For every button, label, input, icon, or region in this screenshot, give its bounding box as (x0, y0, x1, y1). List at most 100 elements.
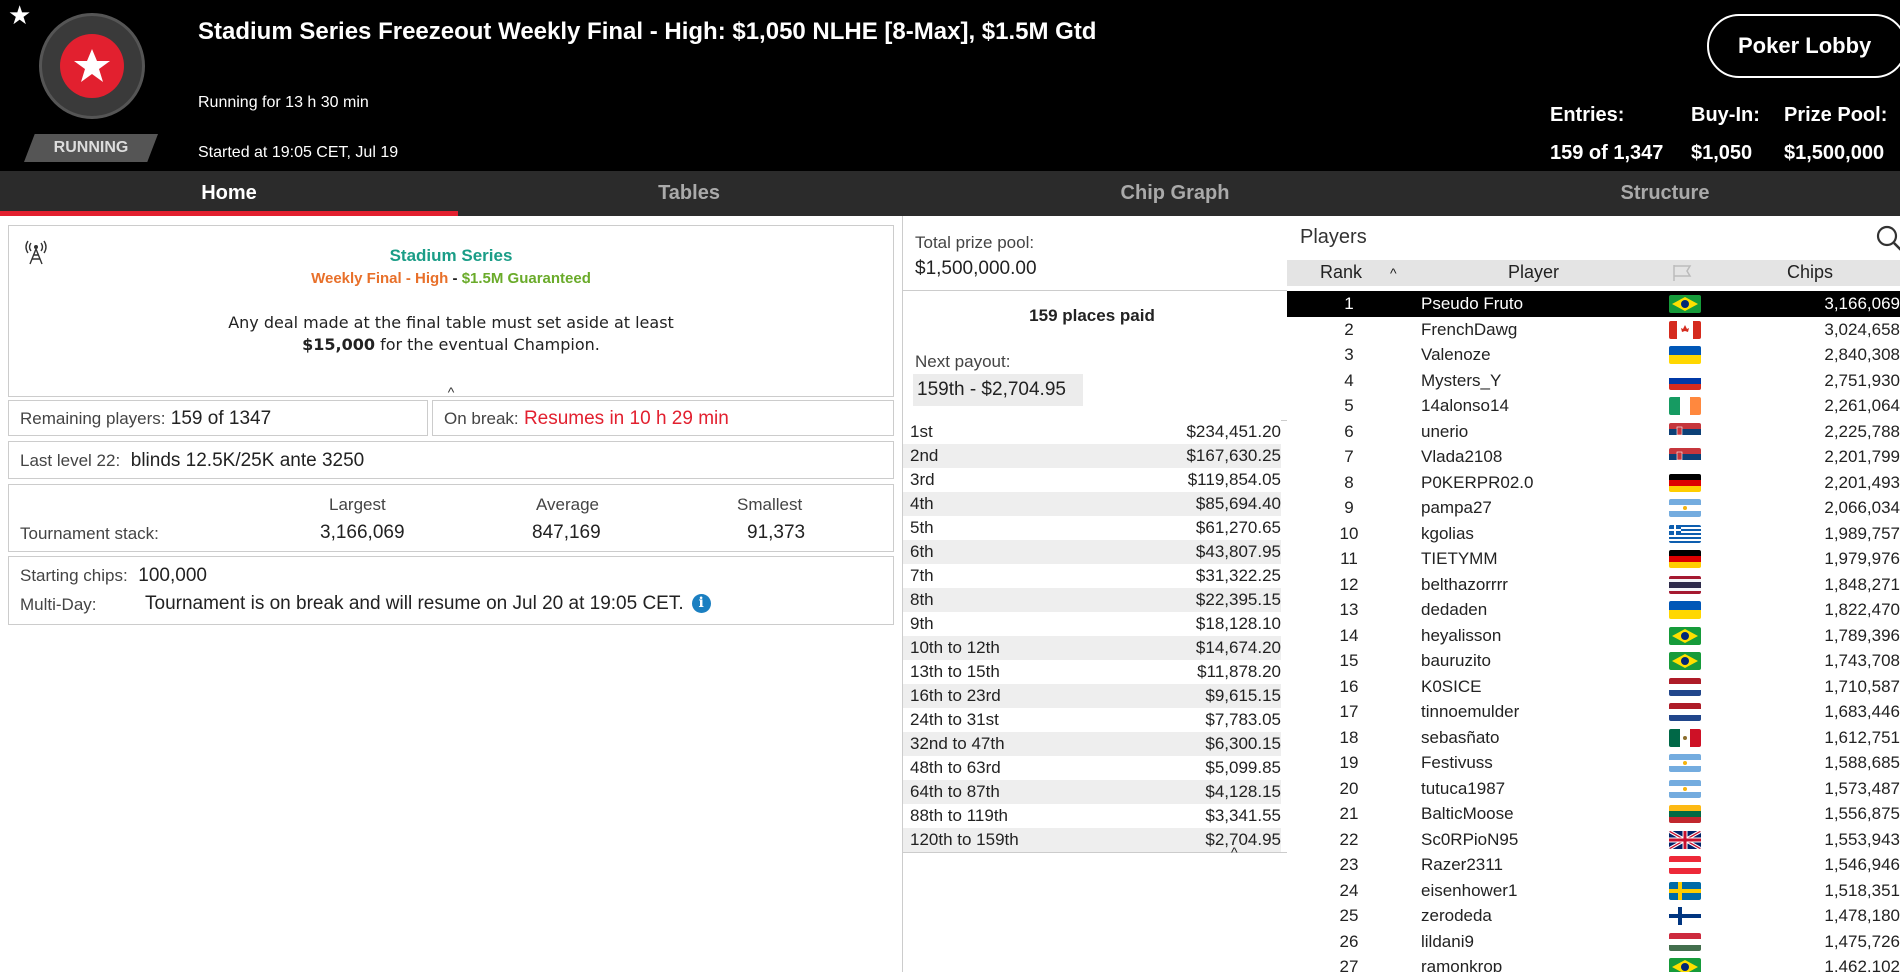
player-rank: 16 (1339, 676, 1359, 696)
player-row[interactable]: 19 Festivuss 1,588,685 (1287, 750, 1900, 776)
player-rank: 3 (1344, 345, 1354, 364)
player-row[interactable]: 16 K0SICE 1,710,587 (1287, 674, 1900, 700)
payout-amount: $5,099.85 (1205, 758, 1281, 777)
payout-place: 1st (910, 422, 933, 441)
flag-column-icon[interactable] (1669, 264, 1695, 287)
player-chips: 1,588,685 (1824, 753, 1900, 772)
player-row[interactable]: 15 bauruzito 1,743,708 (1287, 648, 1900, 674)
player-name: bauruzito (1421, 651, 1491, 670)
player-row[interactable]: 22 Sc0RPioN95 1,553,943 (1287, 827, 1900, 853)
running-duration: Running for 13 h 30 min (198, 94, 369, 111)
search-icon[interactable] (1875, 223, 1900, 253)
payout-place: 32nd to 47th (910, 734, 1005, 753)
hungary-flag-icon (1669, 932, 1701, 951)
player-row[interactable]: 26 lildani9 1,475,726 (1287, 929, 1900, 955)
player-rank: 22 (1339, 829, 1359, 849)
payout-place: 10th to 12th (910, 638, 1000, 657)
payout-amount: $119,854.05 (1187, 470, 1281, 489)
pokerstars-logo (39, 13, 145, 119)
player-row[interactable]: 12 belthazorrrr 1,848,271 (1287, 572, 1900, 598)
player-rank: 4 (1344, 370, 1354, 390)
player-row[interactable]: 2 FrenchDawg 3,024,658 (1287, 317, 1900, 343)
average-label: Average (536, 495, 600, 514)
player-rank: 13 (1339, 600, 1359, 619)
player-chips: 2,066,034 (1824, 498, 1900, 517)
player-name: Festivuss (1421, 753, 1493, 772)
tab-tables[interactable]: Tables (458, 171, 920, 216)
smallest-value: 91,373 (747, 522, 806, 543)
player-row[interactable]: 5 14alonso14 2,261,064 (1287, 393, 1900, 419)
payout-amount: $85,694.40 (1195, 494, 1281, 513)
player-row[interactable]: 21 BalticMoose 1,556,875 (1287, 801, 1900, 827)
netherlands-flag-icon (1669, 677, 1701, 696)
player-row[interactable]: 20 tutuca1987 1,573,487 (1287, 776, 1900, 802)
payout-collapse-toggle[interactable]: ^ (1231, 844, 1238, 860)
poker-lobby-button[interactable]: Poker Lobby (1707, 14, 1900, 78)
player-row[interactable]: 8 P0KERPR02.0 2,201,493 (1287, 470, 1900, 496)
col-chips[interactable]: Chips (1787, 262, 1833, 283)
col-player[interactable]: Player (1508, 262, 1559, 283)
multiday-label: Multi-Day: (20, 595, 97, 614)
payout-place: 4th (910, 494, 934, 513)
player-rank: 18 (1339, 727, 1359, 747)
player-row[interactable]: 1 Pseudo Fruto 3,166,069 (1287, 291, 1900, 317)
payout-amount: $9,615.15 (1205, 686, 1281, 705)
favorite-star-icon[interactable]: ★ (8, 2, 31, 28)
info-icon[interactable]: i (691, 594, 711, 613)
serbia-flag-icon (1669, 422, 1701, 441)
player-row[interactable]: 27 ramonkrop 1,462,102 (1287, 954, 1900, 972)
player-name: Sc0RPioN95 (1421, 829, 1519, 849)
player-chips: 1,518,351 (1824, 880, 1900, 900)
player-name: pampa27 (1421, 498, 1492, 517)
player-row[interactable]: 9 pampa27 2,066,034 (1287, 495, 1900, 521)
tab-structure[interactable]: Structure (1430, 171, 1900, 216)
player-row[interactable]: 25 zerodeda 1,478,180 (1287, 903, 1900, 929)
payout-amount: $7,783.05 (1205, 710, 1281, 729)
player-chips: 1,789,396 (1824, 625, 1900, 645)
player-chips: 2,751,930 (1824, 370, 1900, 390)
payout-row: 8th $22,395.15 (903, 588, 1281, 612)
payout-row: 88th to 119th $3,341.55 (903, 804, 1281, 828)
player-row[interactable]: 23 Razer2311 1,546,946 (1287, 852, 1900, 878)
player-row[interactable]: 11 TIETYMM 1,979,976 (1287, 546, 1900, 572)
player-chips: 1,475,726 (1824, 931, 1900, 951)
player-rank: 20 (1339, 778, 1359, 798)
player-chips: 3,024,658 (1824, 319, 1900, 339)
tab-home[interactable]: Home (0, 171, 458, 216)
player-row[interactable]: 24 eisenhower1 1,518,351 (1287, 878, 1900, 904)
tab-bar: Home Tables Chip Graph Structure (0, 171, 1900, 216)
player-chips: 1,989,757 (1824, 523, 1900, 543)
series-subtitle: Weekly Final - High - $1.5M Guaranteed (311, 270, 591, 287)
status-badge: RUNNING (24, 134, 158, 162)
mexico-flag-icon (1669, 728, 1701, 747)
players-table-header: Rank ^ Player Chips (1287, 260, 1900, 286)
smallest-label: Smallest (737, 495, 803, 514)
player-name: tinnoemulder (1421, 702, 1520, 721)
player-chips: 1,822,470 (1824, 600, 1900, 619)
player-name: heyalisson (1421, 625, 1502, 645)
payout-amount: $6,300.15 (1205, 734, 1281, 753)
player-row[interactable]: 10 kgolias 1,989,757 (1287, 521, 1900, 547)
payout-row: 9th $18,128.10 (903, 612, 1281, 636)
player-row[interactable]: 3 Valenoze 2,840,308 (1287, 342, 1900, 368)
player-row[interactable]: 18 sebasñato 1,612,751 (1287, 725, 1900, 751)
player-row[interactable]: 17 tinnoemulder 1,683,446 (1287, 699, 1900, 725)
player-row[interactable]: 4 Mysters_Y 2,751,930 (1287, 368, 1900, 394)
player-row[interactable]: 14 heyalisson 1,789,396 (1287, 623, 1900, 649)
sort-asc-icon[interactable]: ^ (1390, 265, 1397, 281)
player-name: zerodeda (1421, 906, 1492, 925)
collapse-toggle[interactable]: ^ (401, 384, 501, 400)
payout-amount: $4,128.15 (1205, 782, 1281, 801)
player-row[interactable]: 13 dedaden 1,822,470 (1287, 597, 1900, 623)
buyin-value: $1,050 (1691, 142, 1753, 164)
payout-place: 7th (910, 566, 934, 585)
players-title: Players (1300, 226, 1367, 248)
payout-amount: $167,630.25 (1186, 446, 1281, 465)
tab-chip-graph[interactable]: Chip Graph (920, 171, 1430, 216)
player-row[interactable]: 7 Vlada2108 2,201,799 (1287, 444, 1900, 470)
prizepool-label: Prize Pool: (1784, 104, 1888, 126)
player-row[interactable]: 6 unerio 2,225,788 (1287, 419, 1900, 445)
player-chips: 1,979,976 (1824, 549, 1900, 568)
player-chips: 3,166,069 (1824, 294, 1900, 313)
col-rank[interactable]: Rank (1320, 262, 1362, 283)
